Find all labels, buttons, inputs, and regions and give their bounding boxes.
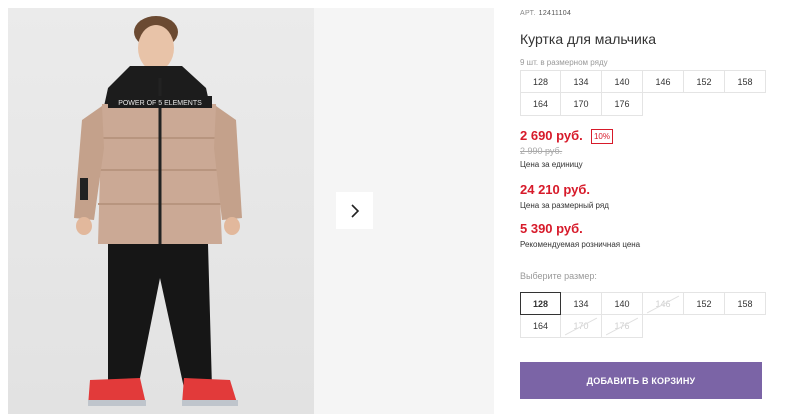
old-price: 2 990 руб.	[520, 146, 563, 156]
retail-price: 5 390 руб.	[520, 221, 583, 236]
add-to-cart-button[interactable]: ДОБАВИТЬ В КОРЗИНУ	[520, 362, 762, 399]
size-option[interactable]: 152	[684, 292, 725, 315]
article-number: АРТ. 12411104	[520, 10, 571, 17]
size-option: 146	[643, 292, 684, 315]
gallery-next-button[interactable]	[336, 192, 373, 229]
pack-size-cell: 158	[725, 70, 766, 93]
size-option[interactable]: 140	[602, 292, 643, 315]
size-picker-label: Выберите размер:	[520, 271, 597, 281]
product-title: Куртка для мальчика	[520, 31, 657, 47]
size-option: 170	[561, 315, 602, 338]
article-value: 12411104	[538, 10, 572, 17]
size-option[interactable]: 128	[520, 292, 561, 315]
pack-size-cell: 164	[520, 93, 561, 116]
product-gallery: POWER OF 5 ELEMENTS	[8, 8, 494, 414]
pack-size-cell: 146	[643, 70, 684, 93]
discount-badge: 10%	[591, 129, 613, 144]
retail-price-caption: Рекомендуемая розничная цена	[520, 240, 641, 249]
pack-size-cell: 128	[520, 70, 561, 93]
product-info: АРТ. 12411104 Куртка для мальчика 9 шт. в…	[520, 0, 780, 414]
pack-size-cell: 134	[561, 70, 602, 93]
product-page: POWER OF 5 ELEMENTS АРТ. 12411104 Куртка…	[0, 0, 800, 414]
product-photo[interactable]: POWER OF 5 ELEMENTS	[8, 8, 314, 414]
unit-price: 2 690 руб.	[520, 128, 583, 143]
pack-size-cell: 140	[602, 70, 643, 93]
size-option[interactable]: 134	[561, 292, 602, 315]
pack-price-caption: Цена за размерный ряд	[520, 201, 609, 210]
boy-in-jacket-image: POWER OF 5 ELEMENTS	[74, 16, 242, 406]
svg-text:POWER OF 5 ELEMENTS: POWER OF 5 ELEMENTS	[118, 100, 202, 107]
pack-size-cell: 152	[684, 70, 725, 93]
unit-price-caption: Цена за единицу	[520, 160, 583, 169]
size-option[interactable]: 164	[520, 315, 561, 338]
pack-price: 24 210 руб.	[520, 182, 591, 197]
article-label: АРТ.	[520, 10, 536, 17]
pack-size-grid: 128 134 140 146 152 158 164 170 176	[520, 70, 766, 116]
pack-note: 9 шт. в размерном ряду	[520, 58, 608, 67]
size-option: 176	[602, 315, 643, 338]
pack-size-cell: 170	[561, 93, 602, 116]
chevron-right-icon	[350, 203, 359, 218]
size-picker-grid: 128 134 140 146 152 158 164 170 176	[520, 292, 766, 338]
pack-size-cell: 176	[602, 93, 643, 116]
size-option[interactable]: 158	[725, 292, 766, 315]
